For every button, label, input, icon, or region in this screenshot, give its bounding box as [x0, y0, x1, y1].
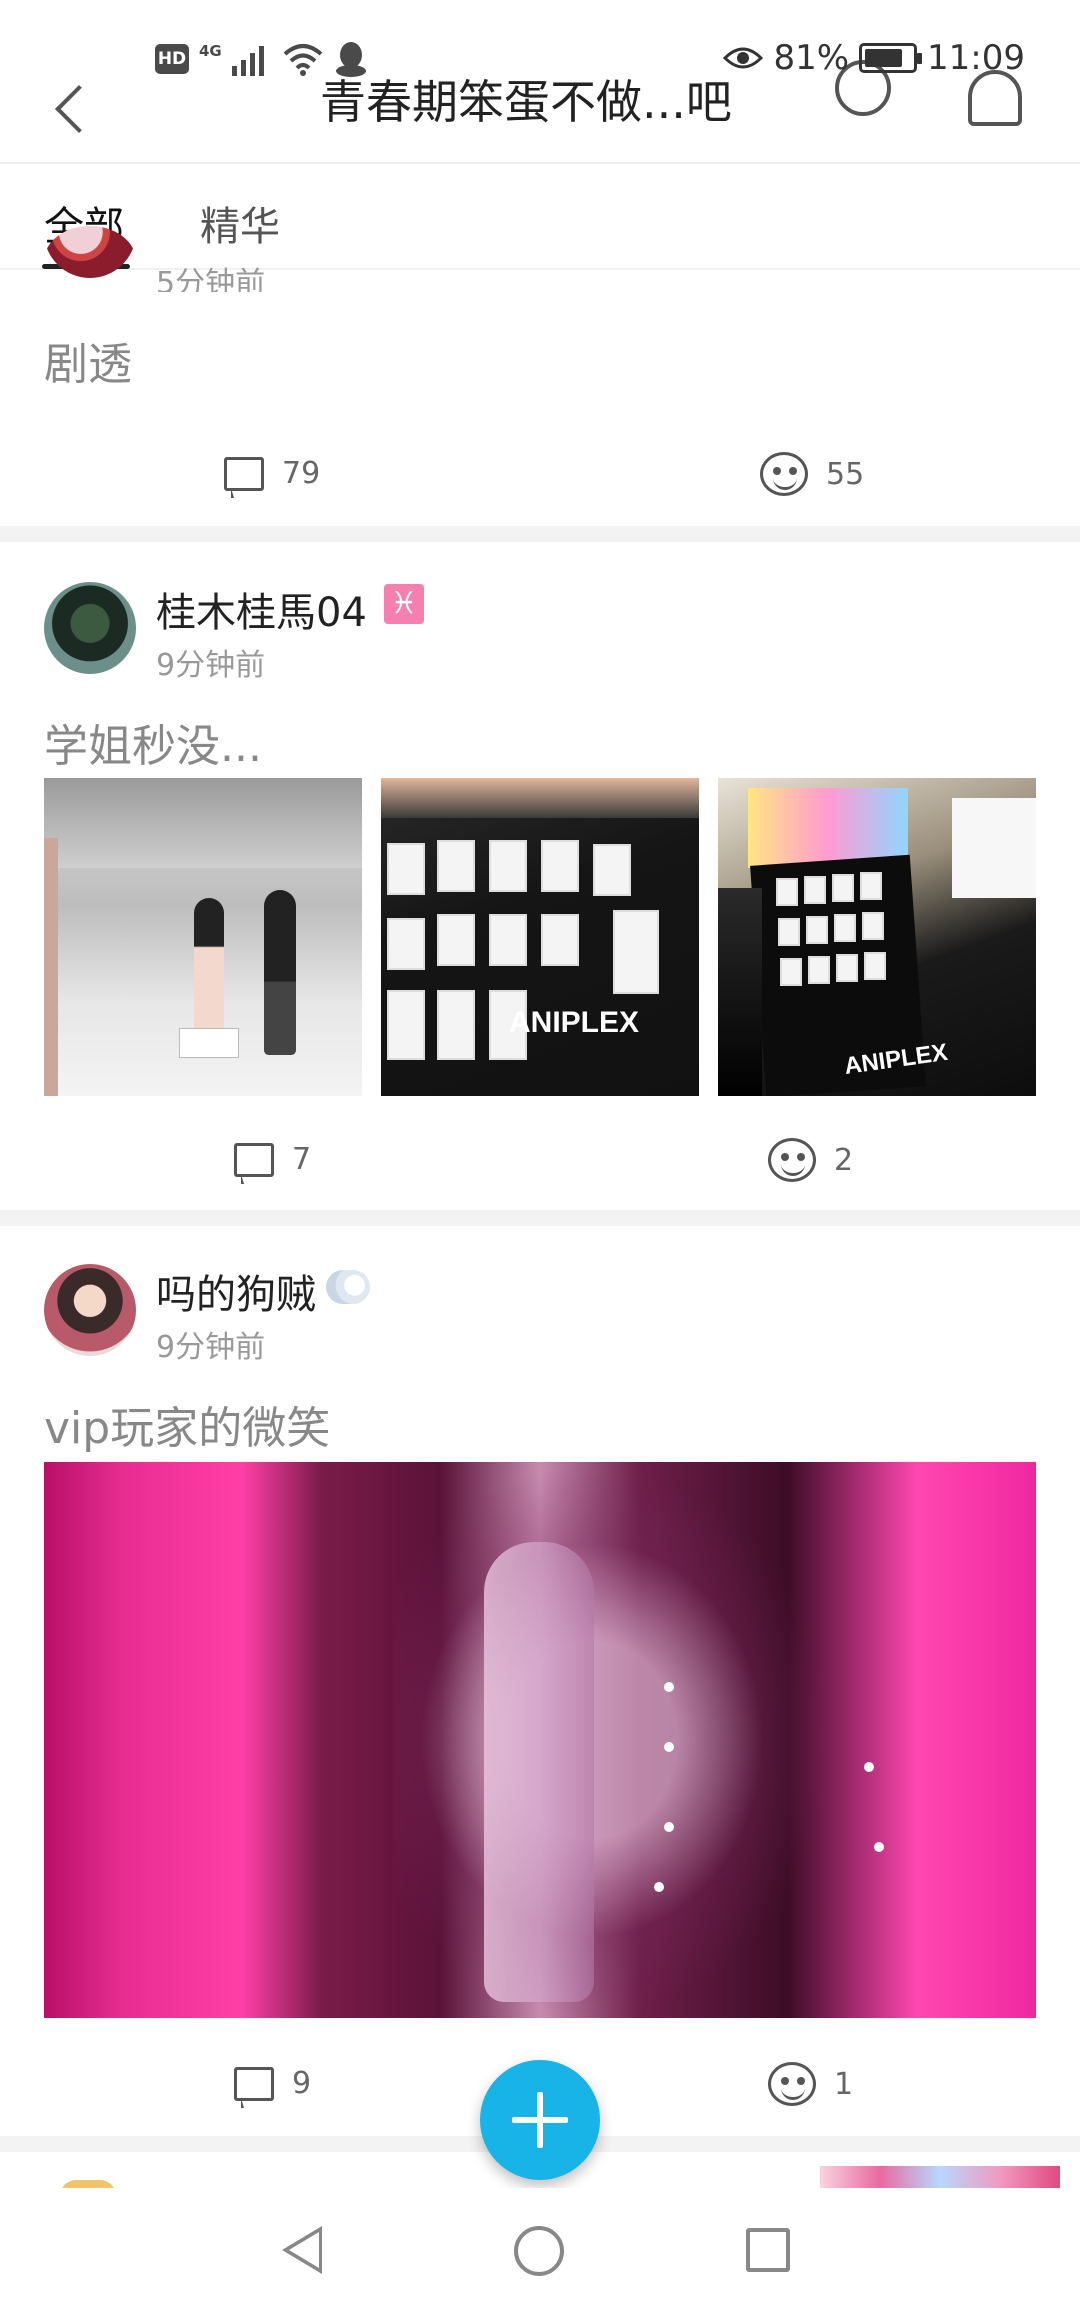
like-icon [768, 2062, 816, 2106]
comment-icon [234, 2066, 274, 2108]
like-icon [768, 1138, 816, 1182]
vip-badge-icon [326, 1270, 370, 1304]
post-image[interactable]: ANIPLEX [381, 778, 699, 1096]
comment-button[interactable]: 79 [224, 456, 321, 498]
qq-icon [335, 42, 366, 77]
battery-fill [865, 49, 903, 67]
like-button[interactable]: 1 [768, 2062, 853, 2106]
avatar[interactable] [44, 226, 136, 296]
post-divider [0, 1210, 1080, 1226]
avatar[interactable] [44, 582, 136, 674]
post-time: 9分钟前 [156, 1330, 266, 1365]
battery-percent: 81% [773, 38, 850, 78]
avatar[interactable] [44, 1264, 136, 1356]
eye-comfort-icon [723, 47, 764, 69]
post-content[interactable]: 学姐秒没... [44, 710, 262, 774]
post-time: 9分钟前 [156, 648, 266, 683]
status-left: HD 4G [155, 40, 368, 78]
username[interactable]: 吗的狗贼 [156, 1262, 316, 1320]
status-right: 81% 11:09 [723, 38, 1025, 78]
status-bar: HD 4G 81% 11:09 [0, 0, 1080, 110]
hd-icon: HD [155, 44, 189, 74]
post-image[interactable]: ANIPLEX [718, 778, 1036, 1096]
wifi-icon [283, 44, 323, 76]
comment-count: 9 [292, 2066, 312, 2101]
tab-featured[interactable]: 精华 [200, 194, 280, 252]
zodiac-badge: ♓ [384, 584, 424, 624]
post-time: 5分钟前 [156, 266, 266, 292]
post-divider [0, 526, 1080, 542]
comment-button[interactable]: 9 [234, 2066, 312, 2108]
network-type: 4G [199, 42, 222, 60]
username[interactable]: 桂木桂馬04 [156, 580, 367, 638]
post-content[interactable]: vip玩家的微笑 [44, 1392, 330, 1456]
like-count: 55 [826, 456, 865, 492]
like-button[interactable]: 2 [768, 1138, 853, 1182]
signal-icon [231, 46, 264, 76]
system-nav-bar [0, 2188, 1080, 2310]
comment-button[interactable]: 7 [234, 1142, 312, 1184]
post-content[interactable]: 剧透 [44, 328, 132, 392]
battery-icon [859, 43, 923, 73]
clock: 11:09 [927, 38, 1025, 78]
comment-count: 7 [292, 1142, 312, 1177]
comment-icon [224, 456, 264, 498]
nav-home-icon[interactable] [514, 2226, 564, 2276]
comment-count: 79 [282, 456, 321, 491]
like-icon [760, 452, 808, 496]
tab-bar: 全部 精华 [0, 164, 1080, 270]
post-image[interactable] [44, 778, 362, 1096]
nav-back-icon[interactable] [282, 2226, 322, 2274]
image-brand-text: ANIPLEX [509, 1006, 640, 1039]
like-button[interactable]: 55 [760, 452, 864, 496]
post-image[interactable] [44, 1462, 1036, 2018]
like-count: 2 [834, 1142, 854, 1178]
new-post-button[interactable] [480, 2060, 600, 2180]
like-count: 1 [834, 2066, 854, 2102]
comment-icon [234, 1142, 274, 1184]
nav-recent-icon[interactable] [746, 2228, 790, 2272]
